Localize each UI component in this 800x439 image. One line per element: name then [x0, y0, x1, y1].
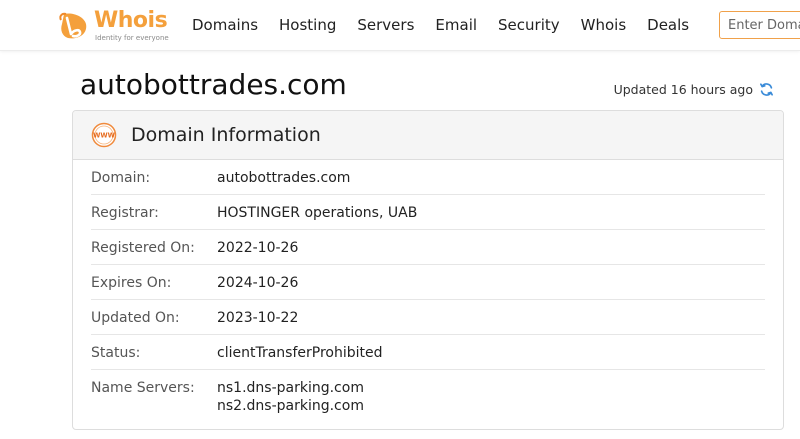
info-row-registered-on: Registered On: 2022-10-26 [91, 230, 765, 265]
info-row-updated-on: Updated On: 2023-10-22 [91, 300, 765, 335]
info-label: Expires On: [91, 275, 172, 291]
domain-search-input[interactable] [719, 11, 800, 39]
info-row-registrar: Registrar: HOSTINGER operations, UAB [91, 195, 765, 230]
updated-status: Updated 16 hours ago [614, 82, 774, 97]
logo-wordmark: Whois [94, 8, 168, 33]
info-label: Status: [91, 345, 141, 361]
main-nav: Domains Hosting Servers Email Security W… [192, 0, 710, 50]
name-server-item: ns2.dns-parking.com [217, 398, 364, 414]
whois-logo-icon [59, 12, 87, 39]
page-title: autobottrades.com [80, 68, 347, 101]
info-label: Registrar: [91, 205, 159, 221]
info-row-expires-on: Expires On: 2024-10-26 [91, 265, 765, 300]
card-header: WWW Domain Information [73, 111, 783, 160]
info-row-status: Status: clientTransferProhibited [91, 335, 765, 370]
domain-info-table: Domain: autobottrades.com Registrar: HOS… [91, 160, 765, 419]
info-label: Registered On: [91, 240, 195, 256]
site-header: Whois Identity for everyone Domains Host… [0, 0, 800, 51]
www-icon-text: WWW [93, 132, 116, 140]
info-value: HOSTINGER operations, UAB [217, 205, 418, 221]
info-value: clientTransferProhibited [217, 345, 383, 361]
info-label: Domain: [91, 170, 151, 186]
info-label: Updated On: [91, 310, 180, 326]
logo-tagline: Identity for everyone [95, 34, 169, 42]
nav-domains[interactable]: Domains [192, 16, 258, 34]
nav-security[interactable]: Security [498, 16, 560, 34]
card-title: Domain Information [131, 124, 321, 146]
updated-text: Updated 16 hours ago [613, 82, 753, 97]
info-value: 2023-10-22 [217, 310, 299, 326]
refresh-icon[interactable] [759, 82, 774, 97]
info-value: autobottrades.com [217, 170, 351, 186]
nav-servers[interactable]: Servers [357, 16, 414, 34]
name-server-list: ns1.dns-parking.com ns2.dns-parking.com [217, 379, 364, 419]
domain-info-card: WWW Domain Information Domain: autobottr… [72, 110, 784, 430]
nav-hosting[interactable]: Hosting [279, 16, 336, 34]
info-row-name-servers: Name Servers: ns1.dns-parking.com ns2.dn… [91, 370, 765, 419]
nav-whois[interactable]: Whois [581, 16, 627, 34]
info-label: Name Servers: [91, 380, 195, 396]
site-logo[interactable]: Whois Identity for everyone [58, 8, 173, 44]
nav-deals[interactable]: Deals [647, 16, 689, 34]
info-value: 2024-10-26 [217, 275, 299, 291]
www-icon: WWW [91, 122, 117, 148]
name-server-item: ns1.dns-parking.com [217, 380, 364, 396]
info-value: 2022-10-26 [217, 240, 299, 256]
info-row-domain: Domain: autobottrades.com [91, 160, 765, 195]
nav-email[interactable]: Email [435, 16, 477, 34]
